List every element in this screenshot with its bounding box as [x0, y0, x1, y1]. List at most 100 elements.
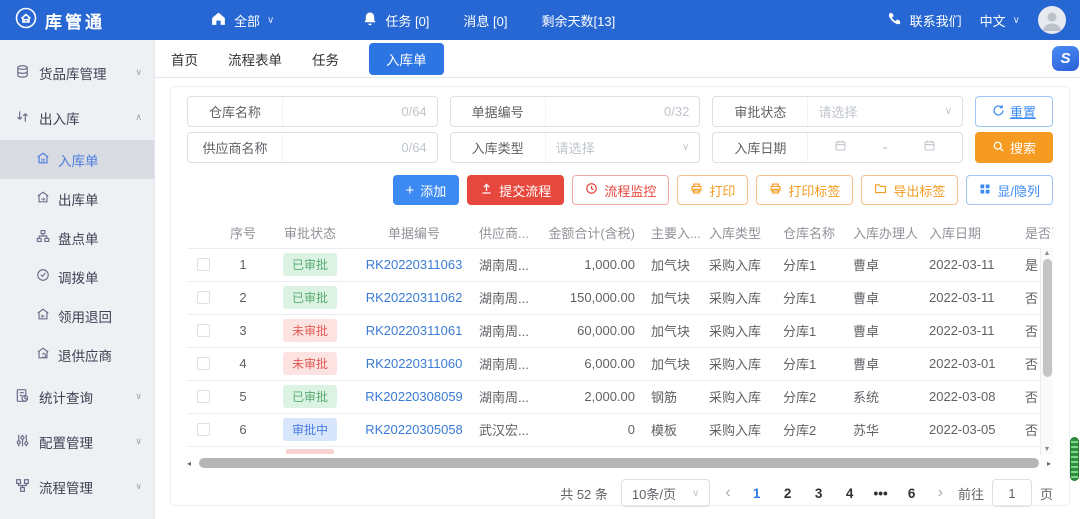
warehouse-name-input[interactable]: 0/64	[282, 97, 437, 126]
type-cell: 采购入库	[705, 314, 779, 347]
sidebar-group-statistics[interactable]: 统计查询 ∨	[0, 374, 154, 419]
print-button[interactable]: 打印	[677, 175, 748, 205]
scroll-up-icon[interactable]: ▲	[1044, 250, 1051, 257]
type-cell: 采购入库	[705, 413, 779, 446]
row-checkbox[interactable]	[197, 357, 210, 370]
add-button[interactable]: + 添加	[393, 175, 460, 205]
sidebar-item-requisition-return[interactable]: 领用退回	[0, 296, 154, 335]
tasks-link[interactable]: 任务 [0]	[362, 11, 429, 30]
table-row[interactable]: 3 未审批 RK20220311061 湖南周... 60,000.00 加气块…	[187, 314, 1053, 347]
goto-page-input[interactable]: 1	[992, 479, 1032, 507]
tab-home[interactable]: 首页	[171, 49, 198, 69]
page-number[interactable]: 6	[901, 486, 923, 501]
reset-button[interactable]: 重置	[975, 96, 1053, 127]
sidebar-group-workflow[interactable]: 流程管理 ∨	[0, 464, 154, 509]
doc-no-link[interactable]: RK20220311060	[366, 356, 463, 371]
sidebar-group-goods[interactable]: 货品库管理 ∨	[0, 50, 154, 95]
sidebar-item-outbound-order[interactable]: 出库单	[0, 179, 154, 218]
sidebar-group-inout[interactable]: 出入库 ∧	[0, 95, 154, 140]
doc-no-cell: RK20220305058	[353, 413, 475, 446]
print-tag-button[interactable]: 打印标签	[756, 175, 853, 205]
doc-no-field: 单据编号 0/32	[450, 96, 701, 127]
page-number[interactable]: 4	[839, 486, 861, 501]
export-tag-button[interactable]: 导出标签	[861, 175, 958, 205]
print-label: 打印	[709, 181, 735, 200]
row-checkbox[interactable]	[197, 291, 210, 304]
row-checkbox[interactable]	[197, 390, 210, 403]
vertical-scroll-thumb[interactable]	[1043, 259, 1052, 377]
row-checkbox-cell	[187, 347, 219, 380]
scope-selector[interactable]: 全部 ∨	[210, 10, 274, 30]
scroll-down-icon[interactable]: ▼	[1044, 446, 1051, 453]
table-row[interactable]: 2 已审批 RK20220311062 湖南周... 150,000.00 加气…	[187, 281, 1053, 314]
page-size-select[interactable]: 10条/页 ∨	[621, 479, 710, 507]
doc-no-input[interactable]: 0/32	[545, 97, 700, 126]
sidebar-item-return-supplier[interactable]: 退供应商	[0, 335, 154, 374]
reset-label: 重置	[1010, 102, 1036, 121]
table-row[interactable]: 1 已审批 RK20220311063 湖南周... 1,000.00 加气块 …	[187, 248, 1053, 281]
tab-inbound-order[interactable]: 入库单	[369, 43, 444, 75]
status-badge: 未审批	[283, 352, 337, 375]
contact-us-link[interactable]: 联系我们	[887, 11, 962, 30]
page-number[interactable]: •••	[870, 486, 892, 501]
page-number[interactable]: 1	[746, 486, 768, 501]
language-selector[interactable]: 中文 ∨	[980, 11, 1020, 30]
amount-cell: 6,000.00	[545, 347, 647, 380]
supplier-name-input[interactable]: 0/64	[282, 133, 437, 162]
seq-cell: 1	[219, 248, 267, 281]
row-checkbox[interactable]	[197, 258, 210, 271]
warehouse-cell: 分库2	[779, 380, 849, 413]
material-cell: 加气块	[647, 347, 705, 380]
doc-no-link[interactable]: RK20220311063	[366, 257, 463, 272]
side-widget-handle[interactable]	[1070, 437, 1079, 481]
approval-status-select[interactable]: 请选择 ∨	[807, 97, 962, 126]
language-label: 中文	[980, 11, 1006, 30]
supplier-cell: 武汉宏...	[475, 413, 545, 446]
page-number[interactable]: 2	[777, 486, 799, 501]
seq-cell: 2	[219, 281, 267, 314]
sidebar-item-inbound-order[interactable]: 入库单	[0, 140, 154, 179]
prev-page-icon[interactable]: ‹	[723, 484, 732, 502]
row-checkbox[interactable]	[197, 423, 210, 436]
sidebar-group-settings[interactable]: 配置管理 ∨	[0, 419, 154, 464]
horizontal-scroll-thumb[interactable]	[199, 458, 1039, 468]
s-extension-badge[interactable]: S	[1052, 46, 1079, 71]
tab-tasks[interactable]: 任务	[312, 49, 339, 69]
sidebar-item-transfer-order[interactable]: 调拨单	[0, 257, 154, 296]
user-avatar[interactable]	[1038, 6, 1066, 34]
horizontal-scrollbar[interactable]: ◂ ▸	[187, 457, 1053, 470]
scroll-right-icon[interactable]: ▸	[1047, 459, 1051, 468]
row-checkbox[interactable]	[197, 324, 210, 337]
sidebar-group-label: 出入库	[39, 108, 80, 128]
doc-no-link[interactable]: RK20220305058	[365, 422, 463, 437]
vertical-scrollbar[interactable]: ▲ ▼	[1040, 248, 1053, 455]
doc-no-cell: RK20220311063	[353, 248, 475, 281]
app-title: 库管通	[45, 8, 105, 33]
messages-link[interactable]: 消息 [0]	[463, 11, 507, 30]
handler-cell: 系统	[849, 380, 925, 413]
filter-row-1: 仓库名称 0/64 单据编号 0/32 审批状态 请选择 ∨	[187, 96, 1053, 127]
search-button[interactable]: 搜索	[975, 132, 1053, 163]
doc-no-link[interactable]: RK20220308059	[365, 389, 463, 404]
sidebar-item-stocktake-order[interactable]: 盘点单	[0, 218, 154, 257]
seq-cell: 6	[219, 413, 267, 446]
next-page-icon[interactable]: ›	[936, 484, 945, 502]
tab-flow-forms[interactable]: 流程表单	[228, 49, 282, 69]
content-card: 仓库名称 0/64 单据编号 0/32 审批状态 请选择 ∨	[170, 86, 1070, 506]
topbar: 库管通 全部 ∨ 任务 [0] 消息 [0] 剩余天数	[0, 0, 1080, 40]
table-row[interactable]: 4 未审批 RK20220311060 湖南周... 6,000.00 加气块 …	[187, 347, 1053, 380]
scroll-left-icon[interactable]: ◂	[187, 459, 191, 468]
table-row[interactable]: 5 已审批 RK20220308059 湖南周... 2,000.00 钢筋 采…	[187, 380, 1053, 413]
submit-flow-button[interactable]: 提交流程	[467, 175, 564, 205]
status-cell: 审批中	[267, 413, 353, 446]
status-cell: 未审批	[267, 347, 353, 380]
date-range-picker[interactable]: -	[807, 133, 962, 162]
toggle-columns-button[interactable]: 显/隐列	[966, 175, 1053, 205]
page-number[interactable]: 3	[808, 486, 830, 501]
table-row[interactable]: 6 审批中 RK20220305058 武汉宏... 0 模板 采购入库 分库2…	[187, 413, 1053, 446]
inbound-date-field: 入库日期 -	[712, 132, 963, 163]
doc-no-link[interactable]: RK20220311062	[366, 290, 463, 305]
doc-no-link[interactable]: RK20220311061	[366, 323, 463, 338]
flow-monitor-button[interactable]: 流程监控	[572, 175, 669, 205]
inbound-type-select[interactable]: 请选择 ∨	[545, 133, 700, 162]
